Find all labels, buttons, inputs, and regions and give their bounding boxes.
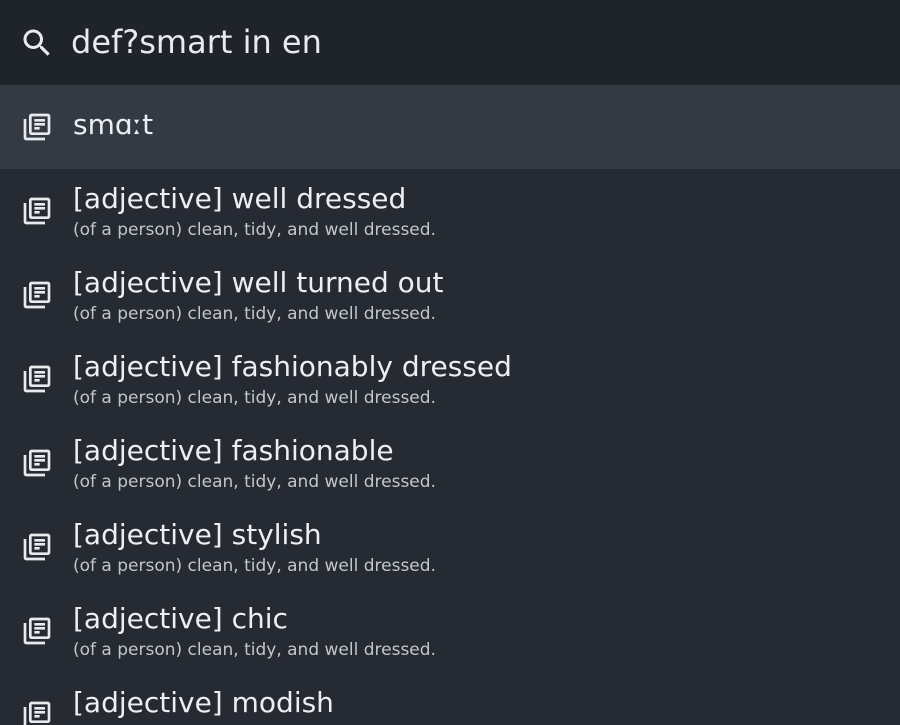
library-books-icon <box>23 449 51 477</box>
list-item[interactable]: [adjective] well turned out (of a person… <box>0 253 900 337</box>
search-input[interactable] <box>71 18 871 66</box>
result-title: [adjective] well turned out <box>73 266 444 299</box>
result-subtitle: (of a person) clean, tidy, and well dres… <box>73 640 436 660</box>
result-title: [adjective] chic <box>73 602 288 635</box>
result-title: [adjective] stylish <box>73 518 322 551</box>
list-item[interactable]: smɑːt <box>0 85 900 169</box>
list-item[interactable]: [adjective] stylish (of a person) clean,… <box>0 505 900 589</box>
list-item[interactable]: [adjective] fashionably dressed (of a pe… <box>0 337 900 421</box>
library-books-icon <box>23 197 51 225</box>
result-title: smɑːt <box>73 108 154 141</box>
library-books-icon <box>23 113 51 141</box>
result-subtitle: (of a person) clean, tidy, and well dres… <box>73 220 436 240</box>
result-subtitle: (of a person) clean, tidy, and well dres… <box>73 472 436 492</box>
list-item[interactable]: [adjective] well dressed (of a person) c… <box>0 169 900 253</box>
results-list: smɑːt [adjective] well dressed (of a per… <box>0 85 900 725</box>
list-item[interactable]: [adjective] fashionable (of a person) cl… <box>0 421 900 505</box>
search-icon <box>23 29 50 56</box>
search-bar <box>0 0 900 85</box>
result-title: [adjective] fashionably dressed <box>73 350 512 383</box>
library-books-icon <box>23 701 51 725</box>
result-subtitle: (of a person) clean, tidy, and well dres… <box>73 304 436 324</box>
library-books-icon <box>23 365 51 393</box>
result-subtitle: (of a person) clean, tidy, and well dres… <box>73 556 436 576</box>
library-books-icon <box>23 281 51 309</box>
library-books-icon <box>23 617 51 645</box>
library-books-icon <box>23 533 51 561</box>
result-title: [adjective] modish <box>73 686 334 719</box>
result-subtitle: (of a person) clean, tidy, and well dres… <box>73 388 436 408</box>
result-title: [adjective] fashionable <box>73 434 394 467</box>
list-item[interactable]: [adjective] chic (of a person) clean, ti… <box>0 589 900 673</box>
list-item[interactable]: [adjective] modish <box>0 673 900 725</box>
result-title: [adjective] well dressed <box>73 182 407 215</box>
